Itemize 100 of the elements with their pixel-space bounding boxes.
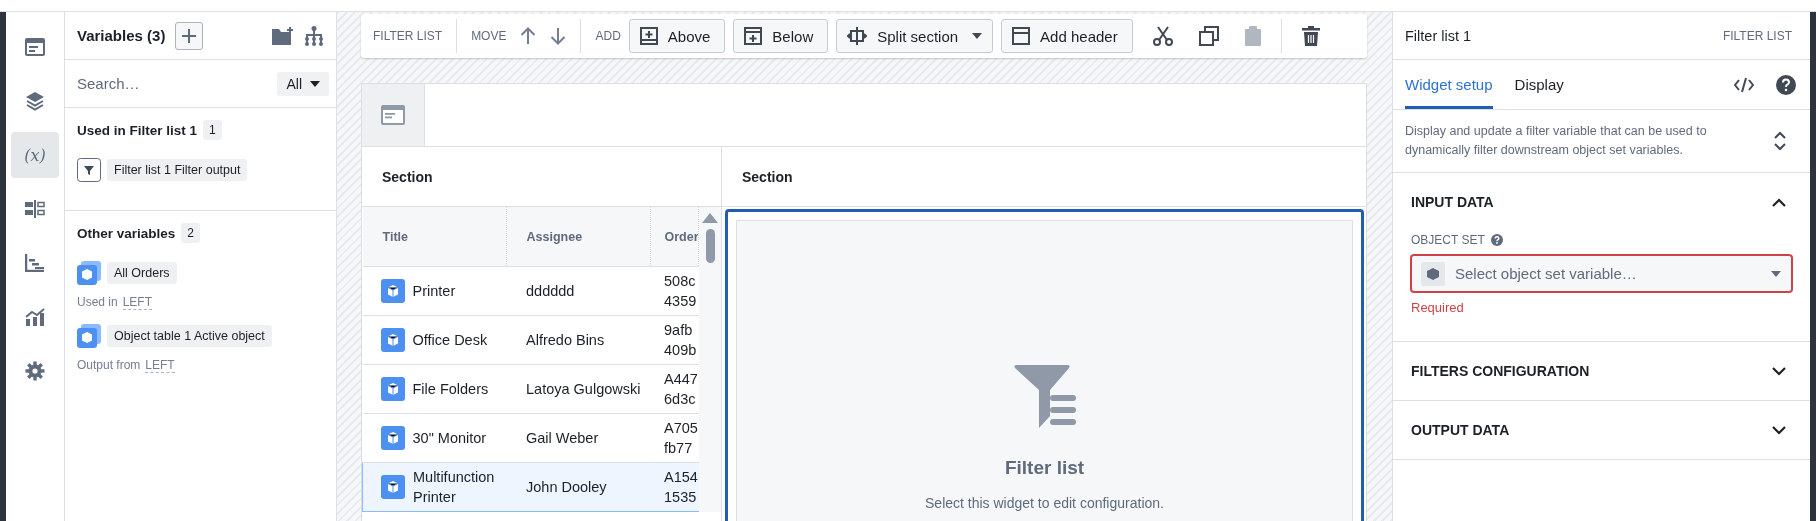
chevron-down-icon	[1772, 366, 1786, 376]
code-icon[interactable]	[1734, 76, 1754, 93]
count-tag: 2	[181, 223, 200, 243]
table-cell-text: A154	[664, 468, 699, 487]
help-icon[interactable]	[1490, 234, 1503, 246]
column-header[interactable]: Title	[362, 207, 506, 267]
layout-icon	[25, 200, 45, 218]
table-row[interactable]: 30" Monitor Gail Weber A705 fb77	[362, 413, 699, 463]
caret-icon	[1771, 270, 1781, 277]
error-message: Required	[1411, 300, 1465, 315]
chevron-up-icon	[1772, 197, 1786, 207]
page-header-tab[interactable]	[362, 84, 425, 146]
widget-type-label: FILTER LIST	[1722, 28, 1792, 43]
object-set-select[interactable]: Select object set variable…	[1411, 255, 1792, 292]
variable-icon: (x)	[24, 145, 46, 165]
widget-title: Filter list	[1004, 457, 1085, 479]
section-header[interactable]: FILTERS CONFIGURATION	[1393, 342, 1810, 400]
scroll-up-icon[interactable]	[702, 213, 719, 223]
copy-icon	[1198, 26, 1219, 46]
split-icon	[847, 27, 868, 45]
table-cell-text: 1535	[664, 488, 698, 507]
widget-frame[interactable]: Filter list Select this widget to edit configuration.	[725, 209, 1364, 521]
table-cell: dddddd	[526, 283, 575, 299]
table-cell-text: 9afb	[664, 321, 694, 340]
column-header[interactable]: Assignee	[506, 207, 650, 267]
panel-title: Variables (3)	[77, 27, 166, 44]
section-header[interactable]: INPUT DATA	[1393, 173, 1810, 231]
cube-icon	[1421, 261, 1445, 286]
variable-chip[interactable]: Filter list 1 Filter output	[107, 159, 248, 181]
variable-usage: Used in	[77, 295, 118, 310]
expand-collapse-icon[interactable]	[1774, 131, 1786, 151]
section-link[interactable]: LEFT	[122, 295, 153, 310]
cube-icon	[380, 426, 405, 450]
header-icon	[1012, 27, 1031, 45]
filter-icon	[77, 158, 101, 182]
table-row[interactable]: Multifunction Printer John Dooley A154 1535	[362, 462, 699, 512]
filter-list-icon	[1013, 365, 1076, 429]
table-cell-text: A447	[664, 370, 699, 389]
table-row[interactable]: Office Desk Alfredo Bins 9afb 409b	[362, 315, 699, 365]
scroll-thumb[interactable]	[705, 229, 715, 263]
cube-icon	[381, 475, 405, 499]
trash-icon	[1301, 26, 1320, 46]
add-variable-button[interactable]	[175, 21, 204, 50]
field-label: OBJECT SET	[1411, 233, 1485, 247]
table-cell-text: 508c	[664, 272, 697, 291]
insert-above-icon	[639, 27, 658, 45]
add-section-button[interactable]: Split section	[836, 19, 994, 53]
scrollbar[interactable]	[699, 207, 721, 512]
add-section-button[interactable]: Below	[733, 19, 829, 53]
arrow-up-icon[interactable]	[520, 27, 537, 45]
variable-chip[interactable]: All Orders	[107, 262, 177, 284]
cube-icon	[380, 328, 405, 352]
add-section-button[interactable]: Above	[628, 19, 726, 53]
tab[interactable]: Widget setup	[1405, 60, 1493, 109]
caret-icon	[310, 80, 320, 87]
table-cell: Alfredo Bins	[526, 332, 605, 348]
section-title: Section	[722, 147, 1366, 207]
caret-icon	[972, 33, 983, 39]
insert-below-icon	[744, 27, 763, 45]
table-cell-text: fb77	[664, 439, 694, 458]
chart-icon	[25, 308, 45, 326]
table-row[interactable]: Printer dddddd 508c 4359	[362, 266, 699, 316]
help-icon[interactable]	[1776, 74, 1796, 95]
section-link[interactable]: LEFT	[145, 358, 175, 373]
rail-button[interactable]: (x)	[11, 132, 59, 178]
settings-icon	[25, 361, 45, 381]
table-cell: Gail Weber	[526, 430, 599, 446]
object-stack-icon	[77, 324, 101, 348]
page-icon	[25, 38, 45, 56]
hierarchy-icon[interactable]	[304, 25, 324, 46]
table-cell-text: A705	[664, 419, 699, 438]
search-field[interactable]: Search…	[75, 74, 278, 93]
variable-usage: Output from	[77, 358, 141, 373]
table-cell-text: 409b	[664, 341, 698, 360]
add-label: ADD	[595, 29, 621, 43]
table-cell: Latoya Gulgowski	[526, 381, 641, 397]
cube-icon	[380, 377, 405, 401]
type-filter-dropdown[interactable]: All	[277, 71, 329, 96]
object-stack-icon	[77, 261, 101, 285]
add-section-button[interactable]: Add header	[1001, 19, 1133, 53]
cube-icon	[380, 279, 405, 303]
table-cell: John Dooley	[526, 479, 607, 495]
widget-type-label: FILTER LIST	[373, 29, 443, 43]
arrow-down-icon[interactable]	[550, 27, 567, 45]
table-cell-text: 6d3c	[664, 390, 697, 409]
steps-icon	[25, 254, 45, 272]
table-cell-text: Printer	[412, 282, 456, 301]
column-header[interactable]: Order	[650, 207, 699, 267]
table-cell-text: 4359	[664, 292, 698, 311]
variable-chip[interactable]: Object table 1 Active object	[107, 325, 272, 347]
group-title: Other variables	[77, 225, 176, 241]
table-cell-text: 30" Monitor	[412, 429, 487, 448]
layers-icon	[25, 91, 45, 111]
plus-icon	[181, 27, 198, 44]
tab[interactable]: Display	[1514, 60, 1564, 109]
folder-plus-icon[interactable]	[272, 26, 294, 45]
group-title: Used in Filter list 1	[77, 122, 198, 138]
table-row[interactable]: File Folders Latoya Gulgowski A447 6d3c	[362, 364, 699, 414]
clipboard-icon	[1244, 26, 1261, 46]
section-header[interactable]: OUTPUT DATA	[1393, 401, 1810, 459]
